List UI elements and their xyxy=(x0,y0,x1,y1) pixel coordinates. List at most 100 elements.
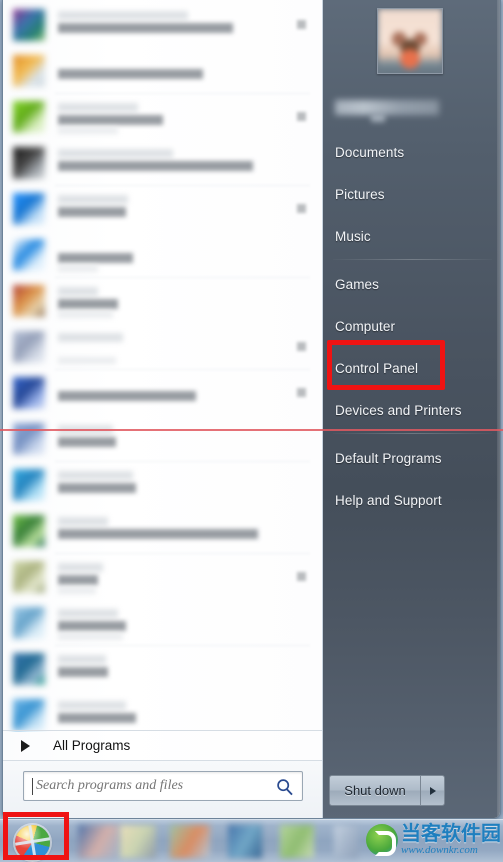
blurred-app-icon xyxy=(13,193,45,225)
blurred-app-icon xyxy=(13,147,45,179)
menu-item-label: Pictures xyxy=(335,186,385,202)
list-item[interactable] xyxy=(3,186,322,232)
menu-item-control-panel[interactable]: Control Panel xyxy=(323,347,500,389)
avatar-image xyxy=(378,9,442,73)
all-programs-button[interactable]: All Programs xyxy=(3,730,322,760)
menu-item-devices-and-printers[interactable]: Devices and Printers xyxy=(323,389,500,431)
all-programs-label: All Programs xyxy=(53,738,131,753)
menu-item-label: Games xyxy=(335,276,380,292)
menu-item-pictures[interactable]: Pictures xyxy=(323,173,500,215)
start-menu-left-panel: All Programs xyxy=(3,0,323,818)
list-item[interactable] xyxy=(3,462,322,508)
start-menu-right-panel: Documents Pictures Music Games Computer Contr… xyxy=(323,0,500,818)
chevron-right-icon[interactable] xyxy=(297,572,306,581)
menu-item-computer[interactable]: Computer xyxy=(323,305,500,347)
taskbar-button[interactable] xyxy=(334,825,358,858)
blurred-item-label xyxy=(58,701,126,710)
right-triangle-icon xyxy=(21,739,30,752)
list-item[interactable] xyxy=(3,140,322,186)
taskbar-button[interactable] xyxy=(170,825,210,858)
chevron-right-icon[interactable] xyxy=(297,388,306,397)
menu-item-games[interactable]: Games xyxy=(323,263,500,305)
list-item[interactable] xyxy=(3,508,322,554)
search-icon[interactable] xyxy=(276,778,294,796)
blurred-app-icon xyxy=(13,331,45,363)
blurred-item-label xyxy=(58,621,126,631)
text-caret xyxy=(32,778,33,795)
blurred-item-label xyxy=(58,23,233,33)
blurred-item-label xyxy=(58,287,98,296)
menu-item-label: Help and Support xyxy=(335,492,442,508)
list-item[interactable] xyxy=(3,646,322,692)
chevron-right-icon[interactable] xyxy=(297,342,306,351)
watermark-logo: 当客软件园 www.downkr.com xyxy=(366,820,501,860)
blurred-app-icon xyxy=(13,469,45,501)
taskbar-button[interactable] xyxy=(228,825,262,858)
windows-start-orb-icon[interactable] xyxy=(8,823,62,861)
watermark-logo-text: 当客软件园 www.downkr.com xyxy=(401,824,501,856)
menu-item-help-and-support[interactable]: Help and Support xyxy=(323,479,500,521)
blurred-app-icon xyxy=(13,515,45,547)
menu-item-label: Documents xyxy=(335,144,405,160)
blurred-item-label xyxy=(58,11,188,20)
blurred-item-label xyxy=(58,563,103,572)
blurred-app-icon xyxy=(13,377,45,409)
menu-item-label: Devices and Printers xyxy=(335,402,462,418)
shut-down-button[interactable]: Shut down xyxy=(329,775,420,806)
blurred-app-icon xyxy=(13,285,45,317)
avatar[interactable] xyxy=(377,8,443,74)
menu-item-documents[interactable]: Documents xyxy=(323,131,500,173)
recent-programs-list[interactable] xyxy=(3,2,322,732)
list-item[interactable] xyxy=(3,278,322,324)
blurred-item-label xyxy=(58,667,108,677)
menu-divider xyxy=(333,433,492,434)
list-item[interactable] xyxy=(3,94,322,140)
menu-item-default-programs[interactable]: Default Programs xyxy=(323,437,500,479)
blurred-item-label xyxy=(58,575,98,585)
menu-item-label: Control Panel xyxy=(335,360,419,376)
blurred-item-label xyxy=(58,299,118,309)
blurred-item-label xyxy=(58,195,128,204)
start-orb-globe xyxy=(15,825,50,860)
blurred-item-label xyxy=(58,207,126,217)
chevron-right-icon[interactable] xyxy=(297,20,306,29)
watermark-logo-name: 当客软件园 xyxy=(401,823,501,846)
list-item[interactable] xyxy=(3,370,322,416)
list-item[interactable] xyxy=(3,2,322,48)
search-box[interactable] xyxy=(23,771,303,801)
shut-down-options-button[interactable] xyxy=(420,775,445,806)
blurred-item-label xyxy=(58,517,108,526)
username-label-blur xyxy=(371,114,385,122)
blurred-item-label xyxy=(58,655,106,664)
list-item[interactable] xyxy=(3,324,322,370)
taskbar-button[interactable] xyxy=(120,825,156,858)
taskbar-button[interactable] xyxy=(78,825,120,858)
desktop-screenshot: All Programs Search programs and files D… xyxy=(0,0,503,862)
search-input[interactable] xyxy=(36,772,270,800)
blurred-app-icon xyxy=(13,9,45,41)
blurred-item-label xyxy=(58,127,118,134)
blurred-app-icon xyxy=(13,561,45,593)
chevron-right-icon[interactable] xyxy=(297,112,306,121)
menu-item-label: Default Programs xyxy=(335,450,442,466)
start-menu: All Programs Search programs and files D… xyxy=(2,0,501,819)
list-item[interactable] xyxy=(3,692,322,732)
chevron-right-icon[interactable] xyxy=(297,204,306,213)
blurred-item-label xyxy=(58,529,258,539)
list-item[interactable] xyxy=(3,232,322,278)
menu-item-label: Computer xyxy=(335,318,396,334)
right-triangle-icon xyxy=(429,786,436,795)
shut-down-label: Shut down xyxy=(344,783,406,798)
blurred-app-icon xyxy=(13,101,45,133)
list-item[interactable] xyxy=(3,48,322,94)
blurred-app-icon xyxy=(13,653,45,685)
watermark-logo-url: www.downkr.com xyxy=(401,843,478,856)
list-item[interactable] xyxy=(3,600,322,646)
list-item[interactable] xyxy=(3,416,322,462)
list-item[interactable] xyxy=(3,554,322,600)
blurred-item-label xyxy=(58,437,116,447)
blurred-item-label xyxy=(58,253,133,263)
menu-divider xyxy=(333,259,492,260)
menu-item-music[interactable]: Music xyxy=(323,215,500,257)
taskbar-button[interactable] xyxy=(280,825,314,858)
